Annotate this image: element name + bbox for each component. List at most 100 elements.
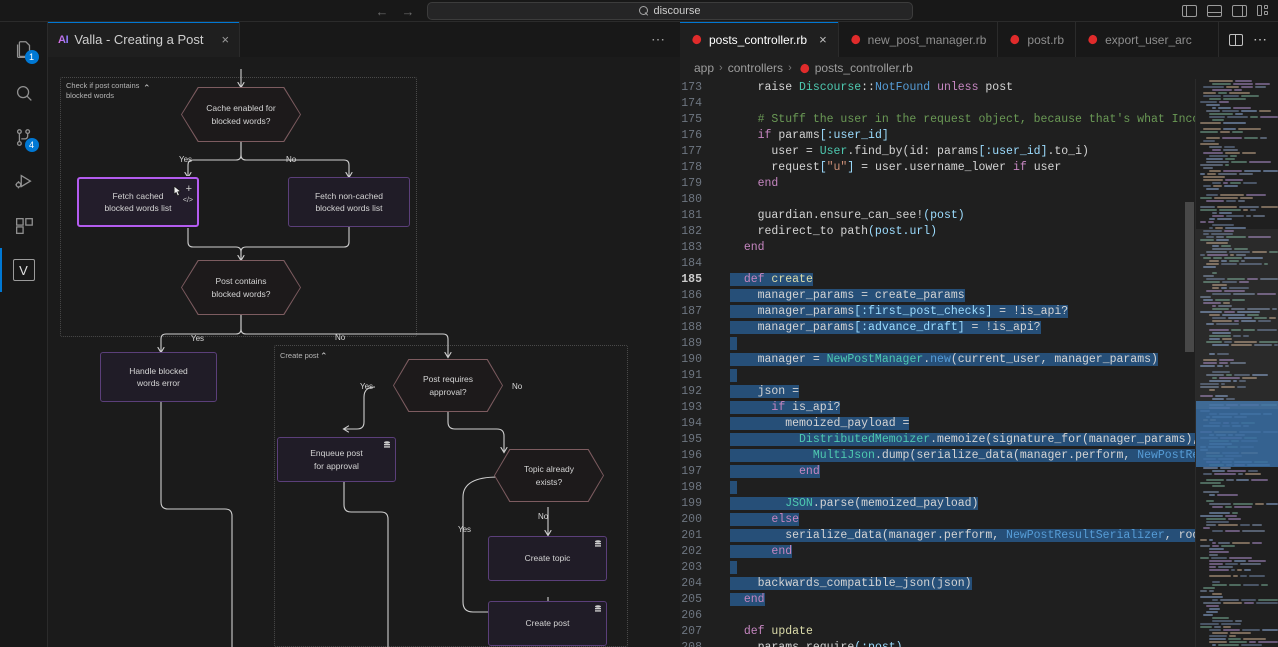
more-actions-icon[interactable]: ⋯	[1253, 31, 1268, 48]
node-topic-exists[interactable]: Topic already exists?	[494, 449, 604, 502]
edge-label-yes-3: Yes	[360, 382, 374, 391]
flow-tab-bar: AI Valla - Creating a Post × ⋯	[48, 22, 680, 57]
editor-scrollbar-thumb[interactable]	[1185, 202, 1194, 352]
code-line[interactable]: 198	[680, 479, 1278, 495]
line-text: JSON.parse(memoized_payload)	[716, 496, 979, 510]
line-text: manager = NewPostManager.new(current_use…	[730, 352, 1158, 366]
code-line[interactable]: 203	[680, 559, 1278, 575]
code-line[interactable]: 197 end	[680, 463, 1278, 479]
code-line[interactable]: 178 request["u"] = user.username_lower i…	[680, 159, 1278, 175]
code-line[interactable]: 202 end	[680, 543, 1278, 559]
code-line[interactable]: 196 MultiJson.dump(serialize_data(manage…	[680, 447, 1278, 463]
layout-controls	[1182, 0, 1272, 22]
search-value: discourse	[653, 5, 701, 17]
split-editor-icon[interactable]	[1229, 33, 1243, 46]
node-handle-blocked[interactable]: Handle blocked words error	[100, 352, 217, 402]
line-number: 182	[681, 224, 702, 238]
code-content[interactable]: 173 raise Discourse::NotFound unless pos…	[680, 79, 1278, 647]
node-fetch-non-cached[interactable]: Fetch non-cached blocked words list	[288, 177, 410, 227]
ai-badge: AI	[58, 33, 69, 46]
code-line[interactable]: 200 else	[680, 511, 1278, 527]
code-line[interactable]: 177 user = User.find_by(id: params[:user…	[680, 143, 1278, 159]
node-fetch-cached-label: Fetch cached blocked words list	[104, 190, 172, 213]
tab-posts-controller[interactable]: posts_controller.rb ×	[680, 22, 839, 57]
sidebar-item-source-control[interactable]: 4	[0, 116, 48, 160]
code-line[interactable]: 208 params.require(:post)	[680, 639, 1278, 647]
code-line[interactable]: 179 end	[680, 175, 1278, 191]
customize-layout-icon[interactable]	[1257, 5, 1272, 17]
line-text: request["u"] = user.username_lower if us…	[730, 160, 1062, 174]
minimap-slider[interactable]	[1196, 229, 1278, 409]
close-icon[interactable]: ×	[210, 32, 230, 47]
code-line[interactable]: 193 if is_api?	[680, 399, 1278, 415]
tab-post[interactable]: post.rb	[998, 22, 1077, 57]
breadcrumb-item-file[interactable]: posts_controller.rb	[815, 61, 913, 75]
code-line[interactable]: 206	[680, 607, 1278, 623]
line-text: end	[716, 592, 765, 606]
code-icon[interactable]: </>	[183, 196, 193, 206]
node-post-requires-approval[interactable]: Post requires approval?	[393, 359, 503, 412]
sidebar-item-run-and-debug[interactable]	[0, 160, 48, 204]
line-number: 175	[681, 112, 702, 126]
forward-icon[interactable]: →	[401, 5, 415, 18]
node-create-post[interactable]: Create post	[488, 601, 607, 646]
sidebar-item-search[interactable]	[0, 72, 48, 116]
code-line[interactable]: 176 if params[:user_id]	[680, 127, 1278, 143]
minimap[interactable]	[1195, 79, 1278, 647]
line-number: 189	[681, 336, 702, 350]
code-line[interactable]: 201 serialize_data(manager.perform, NewP…	[680, 527, 1278, 543]
node-enqueue-post[interactable]: Enqueue post for approval	[277, 437, 396, 482]
node-post-contains[interactable]: Post contains blocked words?	[181, 260, 301, 315]
code-line[interactable]: 195 DistributedMemoizer.memoize(signatur…	[680, 431, 1278, 447]
back-icon[interactable]: ←	[375, 5, 389, 18]
line-number: 197	[681, 464, 702, 478]
line-number: 180	[681, 192, 702, 206]
code-line[interactable]: 192 json =	[680, 383, 1278, 399]
node-fetch-cached[interactable]: Fetch cached blocked words list + </>	[77, 177, 199, 227]
line-text: else	[716, 512, 800, 526]
code-line[interactable]: 207 def update	[680, 623, 1278, 639]
sidebar-item-valla[interactable]: V	[0, 248, 48, 292]
editor-actions: ⋯	[1219, 22, 1278, 57]
line-text: end	[716, 464, 820, 478]
toggle-secondary-sidebar-icon[interactable]	[1232, 5, 1247, 17]
toggle-primary-sidebar-icon[interactable]	[1182, 5, 1197, 17]
breadcrumb-item-app[interactable]: app	[694, 61, 714, 75]
line-number: 177	[681, 144, 702, 158]
line-number: 194	[681, 416, 702, 430]
edge-label-no-1: No	[286, 155, 297, 164]
command-search-input[interactable]: discourse	[427, 2, 913, 20]
line-number: 173	[681, 80, 702, 94]
code-line[interactable]: 204 backwards_compatible_json(json)	[680, 575, 1278, 591]
line-text	[716, 560, 737, 574]
flow-more-actions-icon[interactable]: ⋯	[651, 31, 666, 48]
tab-label: post.rb	[1027, 32, 1065, 47]
node-create-topic[interactable]: Create topic	[488, 536, 607, 581]
sidebar-item-explorer[interactable]: 1	[0, 28, 48, 72]
tab-export-user-archive[interactable]: export_user_arc	[1076, 22, 1219, 57]
close-icon[interactable]: ×	[819, 32, 827, 47]
code-line[interactable]: 175 # Stuff the user in the request obje…	[680, 111, 1278, 127]
code-line[interactable]: 190 manager = NewPostManager.new(current…	[680, 351, 1278, 367]
tab-new-post-manager[interactable]: new_post_manager.rb	[838, 22, 999, 57]
code-line[interactable]: 205 end	[680, 591, 1278, 607]
line-text: def update	[743, 624, 813, 638]
valla-label: V	[12, 259, 35, 281]
breadcrumb-item-controllers[interactable]: controllers	[728, 61, 783, 75]
node-cache-enabled[interactable]: Cache enabled for blocked words?	[181, 87, 301, 142]
line-text: redirect_to path(post.url)	[730, 224, 938, 238]
toggle-panel-icon[interactable]	[1207, 5, 1222, 17]
node-enqueue-post-label: Enqueue post for approval	[310, 448, 363, 471]
line-number: 185	[681, 272, 702, 286]
line-number: 191	[681, 368, 702, 382]
sidebar-item-extensions[interactable]	[0, 204, 48, 248]
tab-valla-creating-a-post[interactable]: AI Valla - Creating a Post ×	[48, 22, 241, 57]
flow-canvas[interactable]: Check if post contains blocked words ⌃ C…	[48, 57, 680, 647]
code-line[interactable]: 199 JSON.parse(memoized_payload)	[680, 495, 1278, 511]
code-line[interactable]: 173 raise Discourse::NotFound unless pos…	[680, 79, 1278, 95]
ruby-file-icon	[800, 63, 809, 73]
code-line[interactable]: 194 memoized_payload =	[680, 415, 1278, 431]
code-line[interactable]: 191	[680, 367, 1278, 383]
tab-label: Valla - Creating a Post	[74, 32, 204, 47]
code-line[interactable]: 174	[680, 95, 1278, 111]
